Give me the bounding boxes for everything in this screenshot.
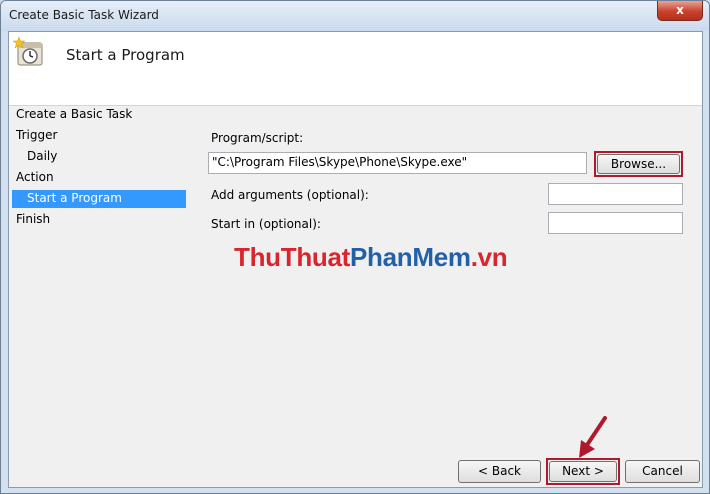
add-arguments-label: Add arguments (optional): <box>211 188 369 202</box>
start-in-label: Start in (optional): <box>211 217 321 231</box>
start-in-input[interactable] <box>548 212 683 234</box>
task-scheduler-icon <box>13 36 43 66</box>
browse-button[interactable]: Browse... <box>597 154 680 174</box>
close-button[interactable]: x <box>657 1 703 21</box>
add-arguments-input[interactable] <box>548 183 683 205</box>
step-trigger: Trigger <box>16 128 58 142</box>
step-start-a-program: Start a Program <box>12 190 186 208</box>
watermark-part-3: .vn <box>470 242 508 272</box>
pointer-arrow-icon <box>579 416 607 458</box>
back-button[interactable]: < Back <box>458 460 541 483</box>
wizard-client-area: Start a Program Create a Basic Task Trig… <box>8 31 703 488</box>
cancel-button[interactable]: Cancel <box>625 460 700 483</box>
step-finish: Finish <box>16 212 51 226</box>
step-action: Action <box>16 170 54 184</box>
watermark-part-2: PhanMem <box>350 242 471 272</box>
program-script-label: Program/script: <box>211 131 304 145</box>
step-daily: Daily <box>27 149 58 163</box>
watermark-logo: ThuThuatPhanMem.vn <box>234 242 508 273</box>
wizard-header: Start a Program <box>9 32 702 106</box>
wizard-window: Create Basic Task Wizard x Start a Progr… <box>0 0 710 494</box>
next-button[interactable]: Next > <box>549 461 617 482</box>
step-start-a-program-label: Start a Program <box>27 191 122 205</box>
close-icon: x <box>676 3 684 17</box>
title-bar[interactable]: Create Basic Task Wizard x <box>1 1 709 31</box>
page-title: Start a Program <box>66 46 185 64</box>
window-title: Create Basic Task Wizard <box>9 8 159 22</box>
step-create-basic-task: Create a Basic Task <box>16 107 133 121</box>
watermark-part-1: ThuThuat <box>234 242 351 272</box>
program-script-input[interactable]: "C:\Program Files\Skype\Phone\Skype.exe" <box>208 152 587 174</box>
